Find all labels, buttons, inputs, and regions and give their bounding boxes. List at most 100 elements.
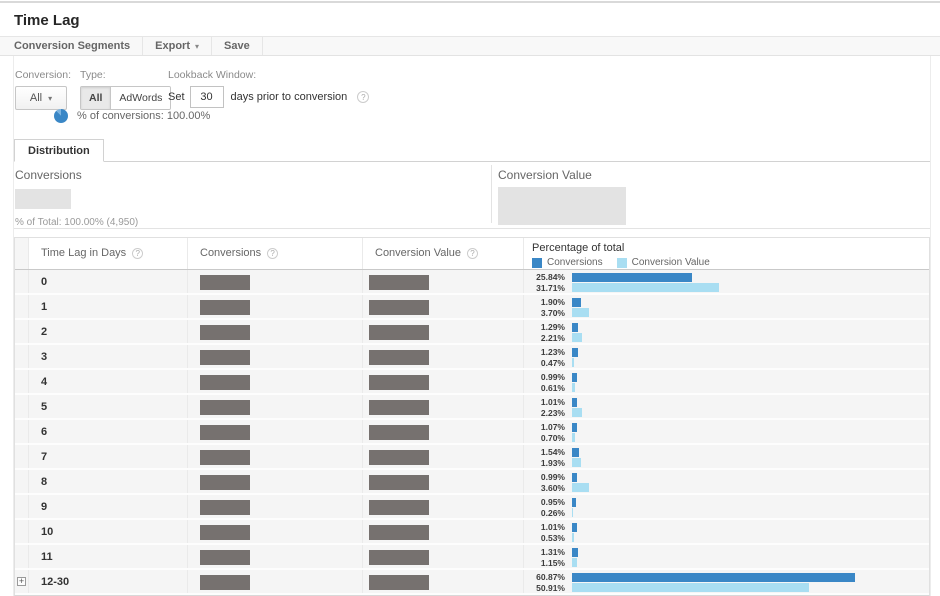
conversion-segments-label: Conversion Segments — [14, 40, 130, 52]
action-bar: Conversion Segments Export ▾ Save — [0, 36, 940, 56]
conversion-value-percentage-label: 0.47% — [524, 358, 565, 369]
conversions-bar — [572, 298, 581, 307]
conversions-value-redacted — [200, 550, 250, 565]
save-button[interactable]: Save — [212, 37, 263, 55]
time-lag-cell: 6 — [29, 420, 188, 443]
conversion-value-percentage-label: 3.60% — [524, 483, 565, 494]
conversions-cell — [188, 545, 363, 568]
lookback-days-input[interactable] — [190, 86, 224, 108]
conversions-cell — [188, 470, 363, 493]
time-lag-cell: 5 — [29, 395, 188, 418]
conversion-value-column-header[interactable]: Conversion Value? — [363, 238, 524, 269]
conversions-value-redacted — [200, 400, 250, 415]
help-icon[interactable]: ? — [467, 248, 478, 259]
filter-panel: Conversion: All ▾ Type: All AdWords Look… — [14, 56, 930, 139]
table-row: 6 1.07%0.70% — [15, 420, 929, 445]
help-icon[interactable]: ? — [357, 91, 369, 103]
conversions-value-redacted — [200, 375, 250, 390]
conversion-value-bar — [572, 333, 582, 342]
conversions-bar — [572, 423, 577, 432]
time-lag-cell: 4 — [29, 370, 188, 393]
conversion-value-bar — [572, 433, 575, 442]
conversion-value-legend-label: Conversion Value — [632, 257, 710, 268]
conversion-value-redacted — [369, 375, 429, 390]
bar-pair — [572, 320, 582, 343]
conversions-bar — [572, 348, 578, 357]
conversion-select[interactable]: All ▾ — [15, 86, 67, 110]
conversions-percentage-label: 60.87% — [524, 572, 565, 583]
expand-plus-icon[interactable]: + — [17, 577, 26, 586]
percentage-labels: 0.99%3.60% — [524, 470, 572, 493]
table-header-row: Time Lag in Days? Conversions? Conversio… — [15, 238, 929, 270]
percentage-cell: 1.23%0.47% — [524, 345, 929, 368]
help-icon[interactable]: ? — [132, 248, 143, 259]
time-lag-cell: 9 — [29, 495, 188, 518]
bar-pair — [572, 470, 589, 493]
percent-of-conversions-note: % of conversions: 100.00% — [77, 110, 210, 122]
conversion-value-cell — [363, 345, 524, 368]
time-lag-cell: 3 — [29, 345, 188, 368]
tab-distribution[interactable]: Distribution — [14, 139, 104, 162]
bar-pair — [572, 270, 719, 293]
conversions-column-header[interactable]: Conversions? — [188, 238, 363, 269]
time-lag-cell: 10 — [29, 520, 188, 543]
table-row: 025.84%31.71% — [15, 270, 929, 295]
conversion-value-redacted — [369, 425, 429, 440]
time-lag-column-header[interactable]: Time Lag in Days? — [29, 238, 188, 269]
type-all-button[interactable]: All — [81, 87, 111, 109]
conversion-value-scorecard-label: Conversion Value — [498, 168, 626, 182]
time-lag-report-page: Time Lag Conversion Segments Export ▾ Sa… — [0, 0, 940, 596]
conversions-bar — [572, 398, 577, 407]
content-frame: Conversion: All ▾ Type: All AdWords Look… — [13, 56, 931, 596]
conversion-value-redacted — [369, 400, 429, 415]
conversions-percentage-label: 0.95% — [524, 497, 565, 508]
table-row: 111.31%1.15% — [15, 545, 929, 570]
conversion-value-cell — [363, 320, 524, 343]
time-lag-cell: 2 — [29, 320, 188, 343]
conversion-value-cell — [363, 495, 524, 518]
conversion-value-cell — [363, 570, 524, 593]
conversion-value-bar — [572, 508, 573, 517]
conversions-value-redacted — [200, 525, 250, 540]
expander-cell — [15, 420, 29, 443]
conversion-value-scorecard: Conversion Value — [498, 168, 626, 225]
expander-cell — [15, 395, 29, 418]
conversion-value-bar — [572, 308, 589, 317]
export-button[interactable]: Export ▾ — [143, 37, 212, 55]
page-title: Time Lag — [14, 12, 940, 30]
table-row: 40.99%0.61% — [15, 370, 929, 395]
expander-cell — [15, 545, 29, 568]
conversion-value-percentage-label: 2.23% — [524, 408, 565, 419]
bar-pair — [572, 395, 582, 418]
conversion-value-percentage-label: 50.91% — [524, 583, 565, 594]
export-label: Export — [155, 40, 190, 52]
conversion-segments-button[interactable]: Conversion Segments — [0, 37, 143, 55]
conversions-cell — [188, 270, 363, 293]
type-toggle: All AdWords — [80, 86, 171, 110]
conversion-value-percentage-label: 2.21% — [524, 333, 565, 344]
bar-pair — [572, 445, 581, 468]
percentage-labels: 1.01%2.23% — [524, 395, 572, 418]
conversions-percentage-label: 1.01% — [524, 397, 565, 408]
conversion-value-percentage-label: 1.15% — [524, 558, 565, 569]
conversion-value-redacted — [369, 325, 429, 340]
conversion-value-percentage-label: 0.61% — [524, 383, 565, 394]
percent-of-conversions-row: % of conversions: 100.00% — [54, 109, 210, 123]
conversion-value-bar — [572, 558, 577, 567]
conversion-value-bar — [572, 458, 581, 467]
conversions-cell — [188, 395, 363, 418]
help-icon[interactable]: ? — [267, 248, 278, 259]
conversions-cell — [188, 570, 363, 593]
percentage-labels: 1.07%0.70% — [524, 420, 572, 443]
lookback-window-group: Lookback Window: Set days prior to conve… — [168, 69, 369, 108]
type-adwords-button[interactable]: AdWords — [111, 87, 170, 109]
conversions-legend-swatch — [532, 258, 542, 268]
conversions-column-label: Conversions — [200, 247, 261, 259]
percentage-labels: 1.01%0.53% — [524, 520, 572, 543]
conversions-percentage-label: 1.31% — [524, 547, 565, 558]
conversion-filter-label: Conversion: — [15, 69, 71, 81]
conversions-cell — [188, 295, 363, 318]
conversions-percentage-label: 1.29% — [524, 322, 565, 333]
type-filter-label: Type: — [80, 69, 171, 81]
conversion-value-legend-swatch — [617, 258, 627, 268]
